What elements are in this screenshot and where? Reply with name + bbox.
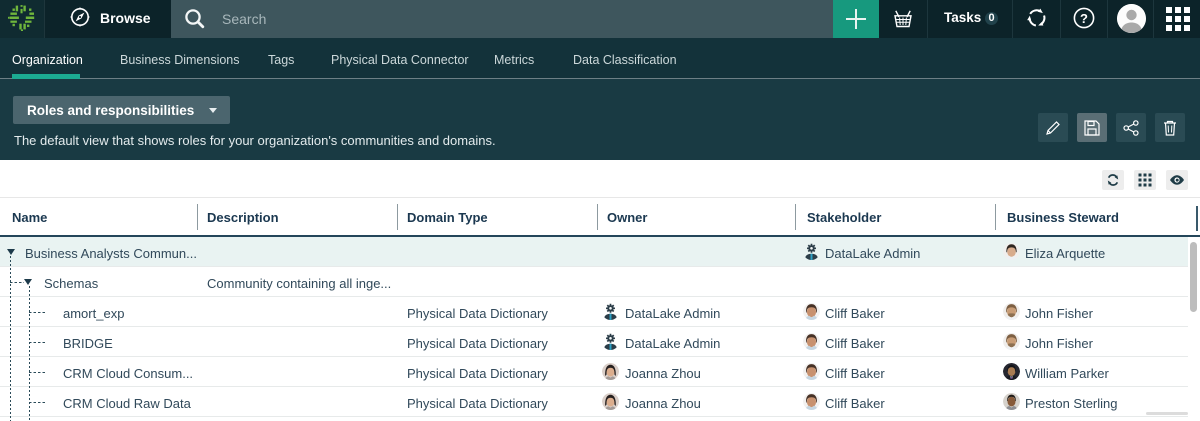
svg-text:?: ? (1080, 11, 1088, 26)
